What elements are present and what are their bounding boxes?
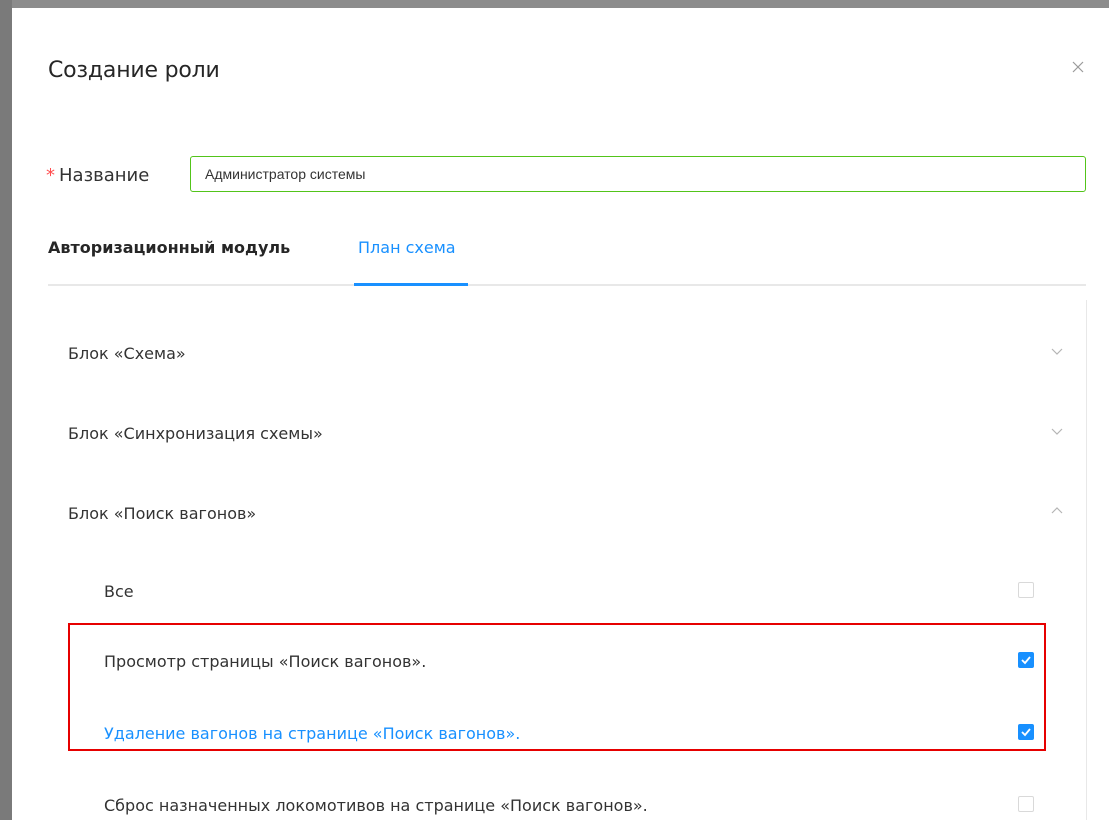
permission-checkbox[interactable] bbox=[1018, 796, 1034, 812]
required-mark: * bbox=[46, 165, 55, 186]
chevron-up-icon bbox=[1050, 504, 1064, 518]
permission-label: Просмотр страницы «Поиск вагонов». bbox=[104, 652, 427, 671]
chevron-down-icon bbox=[1050, 424, 1064, 438]
name-label-text: Название bbox=[59, 165, 150, 186]
permission-row-view-page: Просмотр страницы «Поиск вагонов». bbox=[104, 642, 1034, 682]
name-input[interactable] bbox=[190, 156, 1086, 192]
check-icon bbox=[1021, 728, 1031, 737]
permission-row-reset-locomotives: Сброс назначенных локомотивов на страниц… bbox=[104, 786, 1034, 820]
permission-row-all: Все bbox=[104, 572, 1034, 612]
permission-checkbox[interactable] bbox=[1018, 724, 1034, 740]
block-header-schema[interactable]: Блок «Схема» bbox=[68, 334, 1063, 374]
permission-label: Все bbox=[104, 582, 134, 601]
tabs-bar: Авторизационный модуль План схема bbox=[48, 228, 1086, 286]
permission-label: Удаление вагонов на странице «Поиск ваго… bbox=[104, 724, 521, 743]
permission-checkbox[interactable] bbox=[1018, 652, 1034, 668]
tab-auth-module[interactable]: Авторизационный модуль bbox=[48, 238, 290, 257]
permission-row-delete-wagons: Удаление вагонов на странице «Поиск ваго… bbox=[104, 714, 1034, 754]
active-tab-indicator bbox=[354, 283, 468, 286]
permission-label: Сброс назначенных локомотивов на страниц… bbox=[104, 796, 648, 815]
block-header-sync[interactable]: Блок «Синхронизация схемы» bbox=[68, 414, 1063, 454]
check-icon bbox=[1021, 656, 1031, 665]
name-field-label: * Название bbox=[46, 165, 149, 186]
tab-plan-schema[interactable]: План схема bbox=[358, 238, 456, 257]
block-title: Блок «Поиск вагонов» bbox=[68, 504, 257, 523]
background-strip bbox=[0, 0, 12, 820]
close-icon[interactable] bbox=[1069, 58, 1087, 76]
name-form-row: * Название bbox=[46, 156, 1086, 196]
permissions-panel: Блок «Схема» Блок «Синхронизация схемы» … bbox=[48, 300, 1087, 820]
chevron-down-icon bbox=[1050, 344, 1064, 358]
block-header-wagon-search[interactable]: Блок «Поиск вагонов» bbox=[68, 494, 1063, 534]
permission-checkbox[interactable] bbox=[1018, 582, 1034, 598]
block-title: Блок «Схема» bbox=[68, 344, 186, 363]
create-role-modal: Создание роли *Название Авторизационный … bbox=[12, 8, 1109, 820]
modal-title: Создание роли bbox=[48, 58, 220, 83]
block-title: Блок «Синхронизация схемы» bbox=[68, 424, 323, 443]
